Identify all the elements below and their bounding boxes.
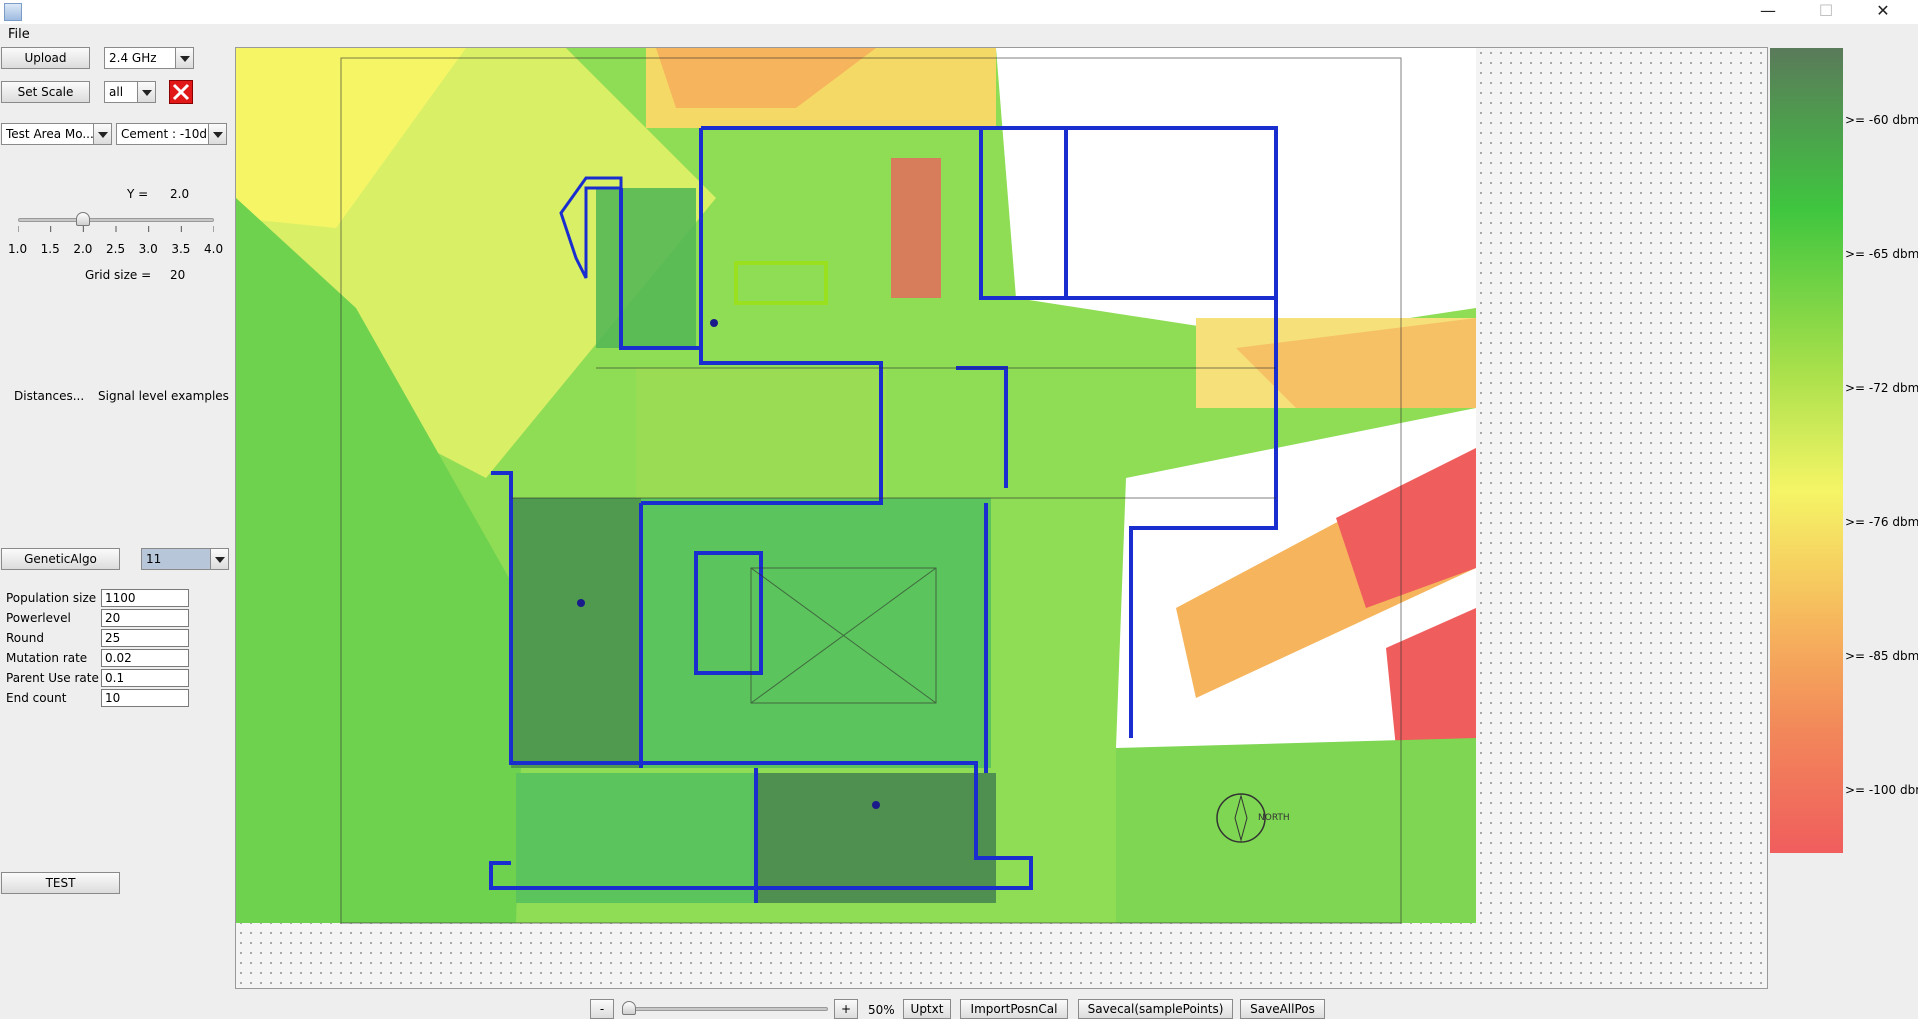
heat-zone-red-core	[891, 158, 941, 298]
zoom-out-button[interactable]: -	[590, 999, 614, 1019]
genetic-algo-button[interactable]: GeneticAlgo	[1, 548, 120, 570]
algo-select[interactable]: 11	[141, 548, 229, 570]
param-label: Parent Use rate	[6, 671, 99, 685]
grid-size-label: Grid size =	[85, 268, 152, 282]
test-button[interactable]: TEST	[1, 872, 120, 894]
minimize-button[interactable]: —	[1745, 0, 1791, 24]
room-hall-west	[511, 498, 641, 768]
param-input[interactable]: 0.1	[101, 669, 189, 687]
y-slider-tick-label: 4.0	[204, 242, 224, 256]
param-label: Round	[6, 631, 44, 645]
zoom-slider[interactable]	[622, 1001, 828, 1015]
y-slider-tick-label: 2.0	[73, 242, 93, 256]
param-input[interactable]: 10	[101, 689, 189, 707]
y-slider-tick-label: 2.5	[106, 242, 126, 256]
param-label: Population size	[6, 591, 97, 605]
param-input[interactable]: 0.02	[101, 649, 189, 667]
distances-link[interactable]: Distances...	[14, 389, 84, 403]
menu-bar: File	[0, 24, 1918, 44]
signal-legend-tick: >= -85 dbm	[1845, 649, 1918, 663]
y-value: 2.0	[170, 187, 190, 201]
chevron-down-icon[interactable]	[210, 549, 228, 569]
zoom-in-button[interactable]: +	[834, 999, 858, 1019]
bottom-toolbar: - + 50% Uptxt ImportPosnCal Savecal(samp…	[0, 995, 1918, 1019]
title-bar: — ☐ ✕	[0, 0, 1918, 24]
access-point[interactable]	[577, 599, 585, 607]
signal-legend-tick: >= -65 dbm	[1845, 247, 1918, 261]
filter-select[interactable]: all	[104, 81, 156, 103]
room-center-north	[636, 368, 886, 498]
test-area-select-value: Test Area Mo...	[6, 127, 94, 141]
zoom-level: 50%	[868, 1003, 895, 1017]
zoom-slider-track[interactable]	[622, 1007, 828, 1011]
param-input[interactable]: 20	[101, 609, 189, 627]
test-area-select[interactable]: Test Area Mo...	[1, 123, 112, 145]
y-slider-tick-label: 1.5	[40, 242, 60, 256]
y-slider-tick-label: 3.5	[171, 242, 191, 256]
algo-select-value: 11	[146, 552, 162, 566]
uptxt-button[interactable]: Uptxt	[903, 999, 951, 1019]
java-app-icon	[4, 3, 22, 21]
savecal-button[interactable]: Savecal(samplePoints)	[1078, 999, 1233, 1019]
room-stair-north	[596, 188, 696, 348]
access-point[interactable]	[710, 319, 718, 327]
compass-label: NORTH	[1258, 813, 1290, 823]
y-slider-tick-label: 1.0	[8, 242, 28, 256]
y-slider[interactable]	[18, 212, 214, 238]
chevron-down-icon[interactable]	[137, 82, 155, 102]
access-point[interactable]	[872, 801, 880, 809]
y-label: Y =	[127, 187, 149, 201]
material-select[interactable]: Cement : -10dB	[116, 123, 227, 145]
room-gym	[641, 498, 991, 768]
y-slider-ticks	[18, 226, 214, 232]
grid-size-value: 20	[170, 268, 186, 282]
save-all-pos-button[interactable]: SaveAllPos	[1240, 999, 1325, 1019]
heat-zone-south-green	[1116, 738, 1476, 923]
signal-legend-tick: >= -100 dbm	[1845, 783, 1918, 797]
canvas-empty-area	[1476, 48, 1768, 989]
signal-legend-tick: >= -72 dbm	[1845, 381, 1918, 395]
delete-icon[interactable]	[169, 80, 193, 104]
param-label: End count	[6, 691, 67, 705]
signal-level-examples-link[interactable]: Signal level examples	[98, 389, 229, 403]
floorplan-heatmap[interactable]: NORTH	[236, 48, 1768, 989]
upload-button[interactable]: Upload	[1, 47, 90, 69]
param-input[interactable]: 1100	[101, 589, 189, 607]
import-posncal-button[interactable]: ImportPosnCal	[960, 999, 1068, 1019]
y-slider-tick-label: 3.0	[138, 242, 158, 256]
room-south-east	[756, 773, 996, 903]
heatmap-canvas[interactable]: NORTH	[235, 47, 1768, 989]
material-select-value: Cement : -10dB	[121, 127, 216, 141]
maximize-button[interactable]: ☐	[1803, 0, 1849, 24]
y-slider-track[interactable]	[18, 218, 214, 222]
band-select-value: 2.4 GHz	[109, 51, 157, 65]
signal-color-scale	[1770, 48, 1843, 853]
menu-file[interactable]: File	[8, 27, 30, 42]
filter-select-value: all	[109, 85, 124, 99]
room-south-west	[516, 773, 756, 903]
set-scale-button[interactable]: Set Scale	[1, 81, 90, 103]
signal-legend-tick: >= -76 dbm	[1845, 515, 1918, 529]
zoom-slider-thumb[interactable]	[622, 1001, 636, 1015]
chevron-down-icon[interactable]	[93, 124, 111, 144]
y-slider-tick-labels: 1.0 1.5 2.0 2.5 3.0 3.5 4.0	[0, 242, 236, 258]
param-label: Powerlevel	[6, 611, 71, 625]
chevron-down-icon[interactable]	[175, 48, 193, 68]
param-label: Mutation rate	[6, 651, 88, 665]
signal-legend-tick: >= -60 dbm	[1845, 113, 1918, 127]
band-select[interactable]: 2.4 GHz	[104, 47, 194, 69]
y-slider-thumb[interactable]	[76, 212, 91, 226]
close-window-button[interactable]: ✕	[1860, 0, 1906, 24]
param-input[interactable]: 25	[101, 629, 189, 647]
chevron-down-icon[interactable]	[208, 124, 226, 144]
signal-legend: >= -60 dbm >= -65 dbm >= -72 dbm >= -76 dbm…	[1768, 48, 1918, 988]
